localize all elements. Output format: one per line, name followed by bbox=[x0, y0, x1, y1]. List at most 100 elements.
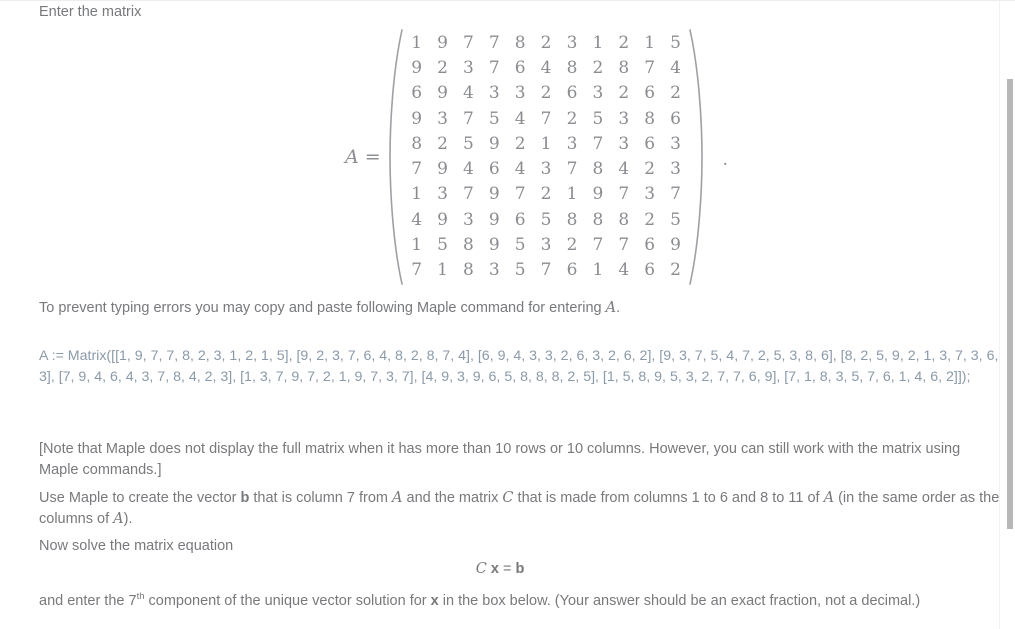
matrix-cell-1-3: 7 bbox=[463, 32, 474, 53]
matrix-cell-1-2: 9 bbox=[437, 32, 448, 53]
matrix-cell-9-8: 7 bbox=[592, 235, 604, 256]
matrix-cell-10-11: 2 bbox=[670, 260, 681, 281]
matrix-cell-5-5: 2 bbox=[514, 133, 526, 154]
matrix-cell-8-7: 8 bbox=[566, 209, 578, 230]
matrix-cell-7-5: 7 bbox=[514, 184, 526, 205]
instruction-part-1: Use Maple to create the vector bbox=[39, 490, 241, 506]
copy-paste-instruction: To prevent typing errors you may copy an… bbox=[39, 300, 620, 316]
matrix-cell-6-7: 7 bbox=[566, 159, 578, 180]
matrix-cell-4-6: 7 bbox=[540, 108, 552, 129]
matrix-cell-10-7: 6 bbox=[566, 260, 578, 281]
matrix-cell-5-2: 2 bbox=[437, 133, 448, 154]
matrix-cell-1-1: 1 bbox=[411, 32, 423, 53]
vertical-scrollbar-track[interactable] bbox=[999, 1, 1015, 629]
instruction-part-6: ). bbox=[123, 510, 133, 527]
matrix-display-block: A = 197782312159237648287469433263262937… bbox=[0, 23, 1000, 291]
matrix-equation: C x = b bbox=[0, 561, 1000, 577]
matrix-cell-1-7: 3 bbox=[566, 32, 578, 53]
matrix-cell-2-9: 8 bbox=[618, 57, 630, 78]
matrix-cell-4-4: 5 bbox=[488, 108, 500, 129]
matrix-cell-1-10: 1 bbox=[644, 32, 656, 53]
matrix-label: A = bbox=[345, 146, 381, 168]
matrix-cell-7-4: 9 bbox=[488, 184, 500, 205]
matrix-cell-7-6: 2 bbox=[540, 184, 552, 205]
matrix-cell-6-6: 3 bbox=[540, 159, 552, 180]
matrix-cell-8-9: 8 bbox=[618, 209, 630, 230]
matrix-cell-3-11: 2 bbox=[670, 83, 681, 104]
instruction-var-a-3: A bbox=[113, 510, 124, 527]
matrix-cell-4-2: 3 bbox=[437, 108, 448, 129]
matrix-cell-3-10: 6 bbox=[644, 83, 656, 104]
matrix-cell-7-3: 7 bbox=[463, 184, 474, 205]
instruction-var-c: C bbox=[502, 490, 514, 506]
matrix-cell-8-10: 2 bbox=[644, 209, 656, 230]
final-part-1: and enter the 7 bbox=[39, 592, 137, 609]
matrix-cell-7-9: 7 bbox=[618, 184, 630, 205]
matrix-cell-10-6: 7 bbox=[540, 260, 552, 281]
matrix-cell-2-5: 6 bbox=[514, 57, 526, 78]
matrix-cell-3-2: 9 bbox=[437, 83, 448, 104]
instruction-part-4: that is made from columns 1 to 6 and 8 t… bbox=[513, 490, 824, 506]
matrix-grid: 1977823121592376482874694332632629375472… bbox=[404, 31, 689, 284]
copy-paste-text-after: . bbox=[616, 300, 621, 316]
final-part-2: component of the unique vector solution … bbox=[144, 592, 431, 609]
matrix-cell-10-4: 3 bbox=[488, 260, 500, 281]
maple-display-note: [Note that Maple does not display the fu… bbox=[39, 441, 961, 478]
matrix-cell-9-10: 6 bbox=[644, 235, 656, 256]
matrix-cell-4-9: 3 bbox=[618, 108, 630, 129]
matrix-cell-6-2: 9 bbox=[437, 159, 448, 180]
matrix-cell-8-5: 6 bbox=[514, 209, 526, 230]
final-instruction: and enter the 7th component of the uniqu… bbox=[39, 587, 979, 611]
matrix-cell-3-6: 2 bbox=[540, 83, 552, 104]
matrix-cell-7-10: 3 bbox=[644, 184, 656, 205]
matrix-cell-2-8: 2 bbox=[592, 57, 604, 78]
matrix-cell-4-3: 7 bbox=[463, 108, 474, 129]
matrix-cell-9-7: 2 bbox=[566, 235, 578, 256]
equation-var-x: x bbox=[490, 561, 499, 577]
matrix-cell-5-8: 7 bbox=[592, 133, 604, 154]
matrix-cell-3-3: 4 bbox=[463, 83, 474, 104]
matrix-cell-3-1: 6 bbox=[411, 83, 423, 104]
final-var-x: x bbox=[430, 592, 439, 609]
matrix-cell-1-8: 1 bbox=[592, 32, 604, 53]
matrix-cell-8-3: 3 bbox=[463, 209, 474, 230]
matrix-cell-3-4: 3 bbox=[488, 83, 500, 104]
equation-var-b: b bbox=[515, 561, 525, 577]
matrix-cell-3-5: 3 bbox=[514, 83, 526, 104]
equation-equals: = bbox=[502, 561, 512, 577]
matrix-trailing-period: . bbox=[722, 150, 728, 170]
maple-command-text[interactable]: A := Matrix([[1, 9, 7, 7, 8, 2, 3, 1, 2,… bbox=[39, 346, 1009, 387]
matrix-cell-8-8: 8 bbox=[592, 209, 604, 230]
matrix-cell-7-11: 7 bbox=[670, 184, 681, 205]
matrix-cell-6-9: 4 bbox=[618, 159, 630, 180]
instruction-create-vectors: Use Maple to create the vector b that is… bbox=[39, 488, 1014, 529]
matrix-cell-4-11: 6 bbox=[670, 108, 681, 129]
matrix-cell-2-11: 4 bbox=[670, 57, 681, 78]
equation-var-c: C bbox=[475, 561, 487, 577]
matrix-cell-10-8: 1 bbox=[592, 260, 604, 281]
matrix-cell-4-7: 2 bbox=[566, 108, 578, 129]
matrix-cell-5-6: 1 bbox=[540, 133, 552, 154]
matrix-cell-5-4: 9 bbox=[488, 133, 500, 154]
matrix-cell-5-9: 3 bbox=[618, 133, 630, 154]
final-ordinal-suffix: th bbox=[136, 591, 145, 602]
instruction-var-a-2: A bbox=[823, 490, 835, 506]
matrix-cell-1-4: 7 bbox=[488, 32, 500, 53]
instruction-part-3: and the matrix bbox=[402, 490, 503, 506]
copy-paste-var-a: A bbox=[605, 300, 617, 316]
vertical-scrollbar-thumb[interactable] bbox=[1007, 79, 1013, 529]
matrix-cell-6-8: 8 bbox=[592, 159, 604, 180]
matrix-cell-8-11: 5 bbox=[670, 209, 681, 230]
matrix-cell-3-8: 3 bbox=[592, 83, 604, 104]
matrix-cell-10-5: 5 bbox=[514, 260, 526, 281]
matrix-cell-4-5: 4 bbox=[514, 108, 526, 129]
instruction-var-a-1: A bbox=[392, 490, 403, 506]
matrix-cell-6-10: 2 bbox=[644, 159, 656, 180]
matrix-cell-9-6: 3 bbox=[540, 235, 552, 256]
final-part-3: in the box below. (Your answer should be… bbox=[438, 592, 921, 609]
matrix-cell-10-2: 1 bbox=[437, 260, 448, 281]
matrix-cell-6-5: 4 bbox=[514, 159, 526, 180]
matrix-cell-10-9: 4 bbox=[618, 260, 630, 281]
right-paren-icon bbox=[688, 28, 704, 286]
instruction-part-2: that is column 7 from bbox=[249, 490, 392, 506]
